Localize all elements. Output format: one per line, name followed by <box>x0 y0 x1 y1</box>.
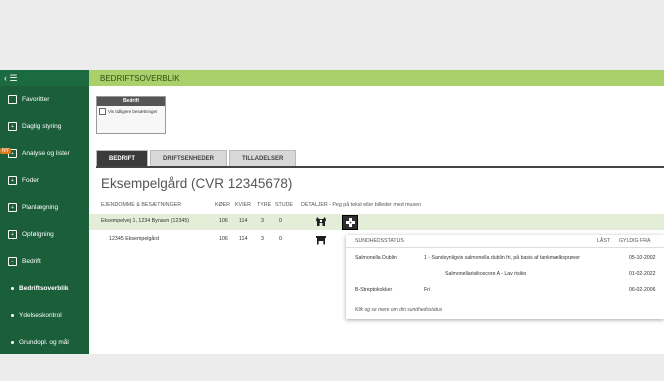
new-badge: NY <box>0 148 11 154</box>
cattle-icon[interactable] <box>314 215 328 228</box>
tab-tilladelser[interactable]: TILLADELSER <box>229 150 297 166</box>
tab-driftsenheder[interactable]: DRIFTSENHEDER <box>150 150 228 166</box>
sidebar-item-bedrift[interactable]: − Bedrift <box>0 248 89 275</box>
tab-bedrift[interactable]: BEDRIFT <box>96 150 148 166</box>
col-kvier: KVIER <box>235 202 251 208</box>
plus-square-icon: + <box>8 122 17 131</box>
status-date: 01-02-2022 <box>629 271 656 277</box>
tab-divider <box>96 166 664 168</box>
col-koer: KØER <box>215 202 231 208</box>
bullet-icon <box>11 287 14 290</box>
sidebar-item-label: Bedrift <box>22 258 41 265</box>
sidebar-item-label: Foder <box>22 177 39 184</box>
tab-bar: BEDRIFT DRIFTSENHEDER TILLADELSER <box>96 148 298 166</box>
sidebar-subitem-label: Ydelseskontrol <box>19 312 62 319</box>
app-window: ‹ ☰ Favoritter + Daglig styring NY + Ana… <box>0 70 664 354</box>
status-date: 06-02-2006 <box>629 287 656 293</box>
tractor-icon[interactable] <box>314 233 328 246</box>
sidebar-subitem-bedriftsoverblik[interactable]: Bedriftsoverblik <box>0 275 89 302</box>
sidebar-item-favoritter[interactable]: Favoritter <box>0 86 89 113</box>
plus-square-icon: + <box>8 203 17 212</box>
sidebar-item-daglig-styring[interactable]: + Daglig styring <box>0 113 89 140</box>
sidebar-item-foder[interactable]: + Foder <box>0 167 89 194</box>
row-stude: 0 <box>279 236 282 242</box>
chevron-left-menu-icon: ‹ ☰ <box>4 72 18 83</box>
popup-header: SUNDHEDSSTATUS LÅST GYLDIG FRA <box>346 235 664 248</box>
popup-row: B-Streptokokker Fri 06-02-2006 <box>346 287 664 302</box>
status-name: Salmonella Dublin <box>355 255 397 261</box>
health-status-link[interactable]: Klik og se mere om din sundhedsstatus <box>355 307 442 313</box>
sidebar-subitem-label: Bedriftsoverblik <box>19 285 69 292</box>
bullet-icon <box>11 341 14 344</box>
sidebar-item-label: Analyse og lister <box>22 150 70 157</box>
sidebar-toggle[interactable]: ‹ ☰ <box>0 70 89 86</box>
sidebar-item-label: Planlægning <box>22 204 59 211</box>
table-row[interactable]: Eksempelvej 1, 1234 Bynavn (12345) 106 1… <box>89 214 664 230</box>
col-details: DETALJER - Peg på tekst eller billeder m… <box>301 202 422 208</box>
bullet-icon <box>11 314 14 317</box>
sidebar-item-opfoelgning[interactable]: + Opfølgning <box>0 221 89 248</box>
sidebar-subitem-ydelseskontrol[interactable]: Ydelseskontrol <box>0 302 89 329</box>
sidebar-item-planlaegning[interactable]: + Planlægning <box>0 194 89 221</box>
page-title: Eksempelgård (CVR 12345678) <box>101 176 293 191</box>
row-koer: 106 <box>219 218 228 224</box>
popup-col-status: SUNDHEDSSTATUS <box>355 238 404 244</box>
popup-col-laast: LÅST <box>597 238 610 244</box>
square-icon <box>8 95 17 104</box>
bedrift-panel: Bedrift Vis tidligere besætninger <box>96 96 166 134</box>
page-header-title: BEDRIFTSOVERBLIK <box>100 73 180 83</box>
sidebar-subitem-label: Grundopl. og mål <box>19 339 69 346</box>
sidebar-item-label: Favoritter <box>22 96 50 103</box>
page-header: BEDRIFTSOVERBLIK <box>89 70 664 86</box>
sidebar-subitem-grundopl[interactable]: Grundopl. og mål <box>0 329 89 354</box>
popup-row: Salmonella Dublin 1 - Sandsynligvis salm… <box>346 255 664 270</box>
status-date: 05-10-2002 <box>629 255 656 261</box>
row-koer: 106 <box>219 236 228 242</box>
top-margin <box>0 0 664 70</box>
sidebar-item-label: Daglig styring <box>22 123 62 130</box>
checkbox-label: Vis tidligere besætninger <box>108 109 158 114</box>
checkbox[interactable] <box>99 108 106 115</box>
row-tyre: 3 <box>261 236 264 242</box>
sidebar-item-analyse-og-lister[interactable]: NY + Analyse og lister <box>0 140 89 167</box>
bottom-margin <box>0 354 664 381</box>
main-content: Bedrift Vis tidligere besætninger BEDRIF… <box>89 86 664 354</box>
row-tyre: 3 <box>261 218 264 224</box>
show-previous-checkbox-row[interactable]: Vis tidligere besætninger <box>97 106 165 117</box>
health-cross-icon[interactable] <box>342 215 358 230</box>
sidebar: ‹ ☰ Favoritter + Daglig styring NY + Ana… <box>0 70 89 354</box>
col-property: EJENDOMME & BESÆTNINGER <box>101 202 182 208</box>
row-name: 12345 Eksempelgård <box>109 236 160 242</box>
status-value: Fri <box>424 287 431 293</box>
popup-row: Salmonellarisikoscore A - Lav risiko 01-… <box>346 271 664 286</box>
row-kvier: 114 <box>239 218 248 224</box>
row-name: Eksempelvej 1, 1234 Bynavn (12345) <box>101 218 190 224</box>
row-stude: 0 <box>279 218 282 224</box>
status-name: B-Streptokokker <box>355 287 393 293</box>
plus-square-icon: + <box>8 176 17 185</box>
row-kvier: 114 <box>239 236 248 242</box>
sidebar-item-label: Opfølgning <box>22 231 54 238</box>
status-value: Salmonellarisikoscore A - Lav risiko <box>445 271 527 277</box>
col-stude: STUDE <box>275 202 293 208</box>
status-value: 1 - Sandsynligvis salmonella dublin fri,… <box>424 255 580 261</box>
popup-col-gyldig: GYLDIG FRA <box>619 238 651 244</box>
plus-square-icon: + <box>8 230 17 239</box>
col-tyre: TYRE <box>257 202 272 208</box>
health-status-popup: SUNDHEDSSTATUS LÅST GYLDIG FRA Salmonell… <box>346 235 664 319</box>
bedrift-panel-title: Bedrift <box>97 97 165 106</box>
minus-square-icon: − <box>8 257 17 266</box>
